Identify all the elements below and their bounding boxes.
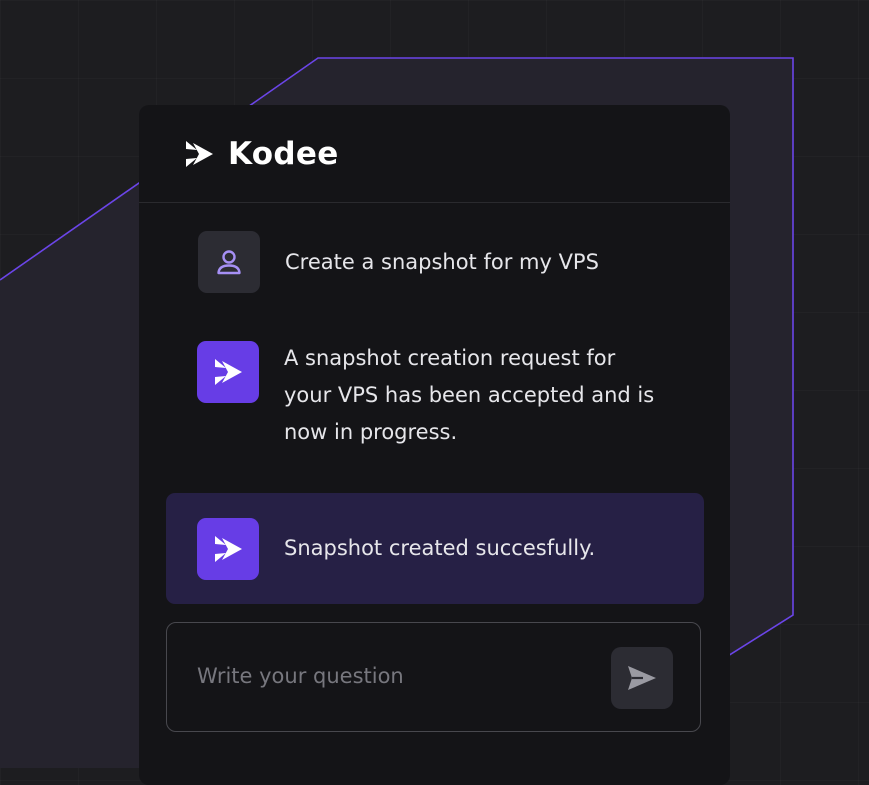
- user-icon: [217, 250, 241, 275]
- question-composer: [166, 622, 701, 732]
- send-button[interactable]: [611, 647, 673, 709]
- message-text: Create a snapshot for my VPS: [285, 250, 599, 274]
- kodee-logo-icon: [186, 140, 213, 167]
- kodee-logo-icon: [215, 359, 242, 385]
- kodee-avatar: [197, 518, 259, 580]
- user-avatar: [198, 231, 260, 293]
- chat-message-assistant-highlighted: Snapshot created succesfully.: [166, 493, 704, 604]
- message-text: Snapshot created succesfully.: [284, 536, 596, 560]
- kodee-avatar: [197, 341, 259, 403]
- message-line: A snapshot creation request for: [284, 346, 616, 370]
- chat-panel: Kodee Create a snapshot for my VPS A sna…: [139, 105, 730, 785]
- question-input[interactable]: [197, 653, 597, 699]
- brand-name: Kodee: [228, 135, 339, 172]
- message-line: now in progress.: [284, 420, 458, 444]
- kodee-logo-icon: [215, 536, 242, 562]
- message-text: A snapshot creation request for your VPS…: [284, 340, 654, 451]
- send-icon: [628, 666, 656, 690]
- chat-header: Kodee: [139, 105, 730, 203]
- message-line: your VPS has been accepted and is: [284, 383, 655, 407]
